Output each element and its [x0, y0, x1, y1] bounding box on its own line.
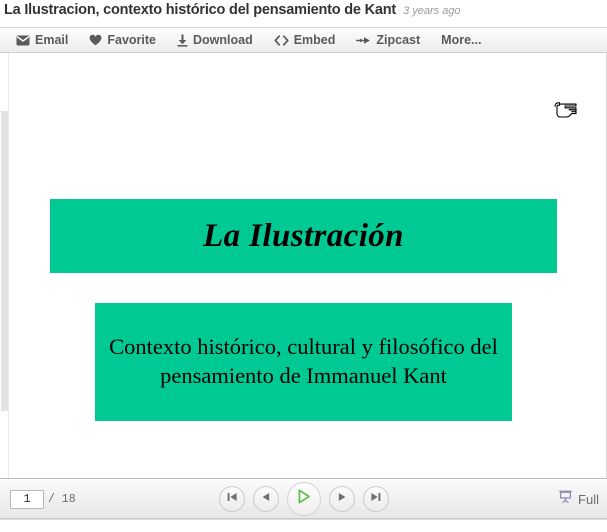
- fullscreen-label: Full: [578, 491, 599, 507]
- projector-screen-icon: [558, 489, 573, 509]
- envelope-icon: [16, 35, 30, 46]
- slideshare-viewer: La Ilustracion, contexto histórico del p…: [0, 0, 607, 532]
- action-toolbar: Email Favorite Download Embed Zipcast Mo…: [0, 27, 607, 53]
- heart-icon: [89, 34, 102, 46]
- vertical-scrollbar[interactable]: [0, 53, 9, 478]
- skip-back-icon: [226, 490, 238, 508]
- pointing-hand-cursor: [552, 100, 578, 122]
- favorite-label: Favorite: [107, 33, 156, 47]
- document-header: La Ilustracion, contexto histórico del p…: [0, 0, 607, 27]
- upload-age: 3 years ago: [403, 5, 461, 17]
- code-brackets-icon: [274, 34, 289, 46]
- next-icon: [336, 490, 348, 508]
- zipcast-button[interactable]: Zipcast: [356, 33, 420, 47]
- fullscreen-button[interactable]: Full: [558, 480, 599, 518]
- embed-label: Embed: [293, 33, 336, 47]
- download-button[interactable]: Download: [177, 33, 253, 47]
- more-label: More...: [441, 33, 482, 47]
- favorite-button[interactable]: Favorite: [89, 33, 156, 47]
- slide-title-text: La Ilustración: [203, 217, 404, 254]
- first-slide-button[interactable]: [218, 486, 245, 512]
- skip-forward-icon: [370, 490, 382, 508]
- zipcast-label: Zipcast: [376, 33, 421, 47]
- play-button[interactable]: [286, 482, 321, 516]
- previous-icon: [260, 490, 272, 508]
- slide-subtitle-box: Contexto histórico, cultural y filosófic…: [95, 303, 512, 421]
- previous-slide-button[interactable]: [252, 486, 279, 512]
- zipcast-arrow-icon: [356, 35, 371, 46]
- download-label: Download: [193, 33, 253, 47]
- embed-button[interactable]: Embed: [274, 33, 336, 47]
- slide-title-box: La Ilustración: [50, 199, 557, 273]
- last-slide-button[interactable]: [362, 486, 389, 512]
- scrollbar-thumb[interactable]: [1, 111, 8, 411]
- page-title: La Ilustracion, contexto histórico del p…: [4, 2, 397, 18]
- slide-subtitle-text: Contexto histórico, cultural y filosófic…: [109, 334, 498, 388]
- playback-control-bar: / 18: [0, 479, 607, 519]
- next-slide-button[interactable]: [328, 486, 355, 512]
- email-button[interactable]: Email: [16, 33, 68, 47]
- download-arrow-icon: [177, 34, 188, 47]
- more-button[interactable]: More...: [441, 33, 481, 47]
- bottom-edge-divider: [0, 519, 607, 520]
- slide-viewer[interactable]: La Ilustración Contexto histórico, cultu…: [0, 53, 607, 479]
- navigation-buttons: [0, 480, 607, 518]
- slide-stage[interactable]: La Ilustración Contexto histórico, cultu…: [9, 53, 606, 478]
- email-label: Email: [35, 33, 69, 47]
- play-icon: [295, 488, 312, 510]
